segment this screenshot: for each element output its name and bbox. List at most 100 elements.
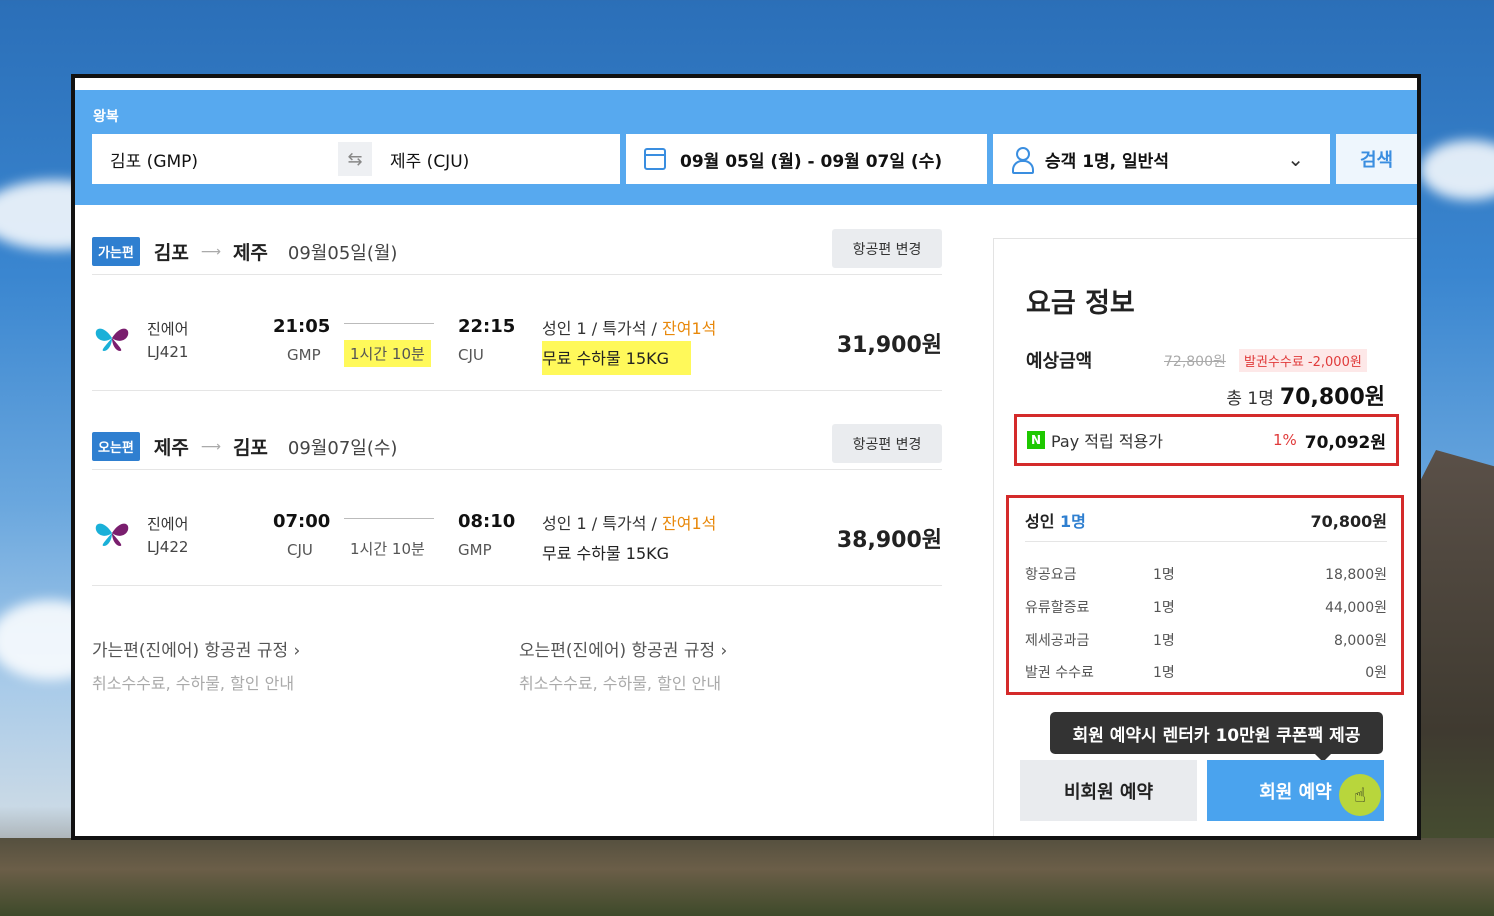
flight-line: [344, 518, 434, 519]
outbound-change-button[interactable]: 항공편 변경: [832, 229, 942, 268]
jinair-logo-icon: [95, 328, 129, 351]
inbound-badge: 오는편: [92, 432, 140, 461]
row-label: 항공요금: [1025, 567, 1077, 583]
arrival-time: 08:10: [458, 511, 516, 532]
flight-number: LJ421: [147, 343, 189, 361]
departure-airport: CJU: [287, 541, 313, 559]
date-field[interactable]: 09월 05일 (월) - 09월 07일 (수): [626, 134, 987, 184]
fare-class: 성인 1 / 특가석 / 잔여1석: [542, 510, 716, 534]
total-amount: 70,800원: [1279, 385, 1385, 410]
seats-left: 잔여1석: [662, 319, 717, 338]
outbound-rules-link[interactable]: 가는편(진에어) 항공권 규정 ›: [92, 636, 300, 661]
baggage-info: 무료 수하물 15KG: [542, 544, 670, 563]
outbound-flight-row[interactable]: 진에어 LJ421 21:05 GMP 1시간 10분 22:15 CJU 성인…: [92, 281, 942, 391]
date-range: 09월 05일 (월) - 09월 07일 (수): [680, 151, 943, 172]
inbound-from-city: 제주: [153, 437, 189, 459]
outbound-badge: 가는편: [92, 237, 140, 266]
fare-text: 성인 1 / 특가석 /: [542, 319, 662, 338]
screenshot-frame: 왕복 김포 (GMP) ⇆ 제주 (CJU) 09월 05일 (월) - 09월…: [71, 74, 1421, 840]
adult-label: 성인: [1025, 512, 1061, 531]
calendar-icon: [644, 148, 666, 170]
baggage-info: 무료 수하물 15KG: [542, 341, 692, 375]
search-button[interactable]: 검색: [1336, 134, 1417, 184]
outbound-date: 09월05일(월): [287, 242, 398, 264]
background-cloud: [1420, 140, 1494, 200]
inbound-rules-sub: 취소수수료, 수하물, 할인 안내: [519, 674, 722, 693]
price-breakdown: 성인 1명 70,800원 항공요금 1명 18,800원 유류할증료 1명 4…: [1006, 495, 1404, 695]
booking-page: 왕복 김포 (GMP) ⇆ 제주 (CJU) 09월 05일 (월) - 09월…: [75, 78, 1417, 836]
row-label: 유류할증료: [1025, 600, 1090, 616]
search-bar: 왕복 김포 (GMP) ⇆ 제주 (CJU) 09월 05일 (월) - 09월…: [75, 90, 1417, 205]
fare-info-title: 요금 정보: [1026, 288, 1135, 319]
row-qty: 1명: [1153, 633, 1175, 649]
npay-percent: 1%: [1272, 431, 1297, 449]
departure-airport: GMP: [287, 346, 321, 364]
guest-booking-button[interactable]: 비회원 예약: [1020, 760, 1197, 821]
departure-time: 07:00: [273, 511, 331, 532]
inbound-date: 09월07일(수): [287, 437, 398, 459]
inbound-price: 38,900원: [836, 528, 942, 553]
arrival-time: 22:15: [458, 316, 516, 337]
inbound-flight-row[interactable]: 진에어 LJ422 07:00 CJU 1시간 10분 08:10 GMP 성인…: [92, 476, 942, 586]
row-qty: 1명: [1153, 665, 1175, 681]
breakdown-row: 발권 수수료 1명 0원: [1025, 662, 1387, 682]
inbound-rules-link[interactable]: 오는편(진에어) 항공권 규정 ›: [519, 636, 727, 661]
jinair-logo-icon: [95, 523, 129, 546]
departure-time: 21:05: [273, 316, 331, 337]
swap-icon[interactable]: ⇆: [338, 142, 372, 176]
npay-label: Pay 적립 적용가: [1051, 432, 1163, 451]
outbound-from-city: 김포: [153, 242, 189, 264]
row-value: 44,000원: [1325, 600, 1387, 616]
airline-name: 진에어: [147, 515, 189, 533]
original-price: 72,800원: [1164, 354, 1226, 370]
fare-class: 성인 1 / 특가석 / 잔여1석: [542, 315, 716, 339]
breakdown-row: 제세공과금 1명 8,000원: [1025, 630, 1387, 650]
row-value: 18,800원: [1325, 567, 1387, 583]
flight-duration: 1시간 10분: [344, 340, 431, 367]
breakdown-row: 항공요금 1명 18,800원: [1025, 564, 1387, 584]
trip-type-label: 왕복: [93, 109, 119, 125]
user-icon: [1011, 147, 1034, 174]
breakdown-header: 성인 1명 70,800원: [1025, 508, 1387, 542]
outbound-header: 가는편 김포 ⟶ 제주 09월05일(월) 항공편 변경: [92, 229, 942, 275]
origin-field[interactable]: 김포 (GMP): [110, 147, 198, 172]
naver-pay-icon: N: [1027, 431, 1045, 449]
inbound-header: 오는편 제주 ⟶ 김포 09월07일(수) 항공편 변경: [92, 424, 942, 470]
outbound-to-city: 제주: [232, 242, 268, 264]
row-value: 0원: [1365, 665, 1387, 681]
outbound-price: 31,900원: [836, 333, 942, 358]
fare-text: 성인 1 / 특가석 /: [542, 514, 662, 533]
inbound-to-city: 김포: [232, 437, 268, 459]
row-qty: 1명: [1153, 600, 1175, 616]
chevron-down-icon[interactable]: ⌄: [1287, 147, 1304, 171]
arrival-airport: CJU: [458, 346, 484, 364]
flight-line: [344, 323, 434, 324]
row-value: 8,000원: [1334, 633, 1387, 649]
arrow-right-icon: ⟶: [200, 438, 221, 455]
member-benefit-tooltip: 회원 예약시 렌터카 10만원 쿠폰팩 제공: [1050, 712, 1383, 762]
flight-number: LJ422: [147, 538, 189, 556]
total-prefix: 총 1명: [1226, 389, 1274, 409]
outbound-rules-sub: 취소수수료, 수하물, 할인 안내: [92, 674, 295, 693]
inbound-change-button[interactable]: 항공편 변경: [832, 424, 942, 463]
destination-field[interactable]: 제주 (CJU): [390, 147, 469, 172]
row-label: 발권 수수료: [1025, 665, 1094, 681]
estimate-label: 예상금액: [1026, 351, 1093, 372]
npay-box: N Pay 적립 적용가 1% 70,092원: [1014, 414, 1399, 466]
seats-left: 잔여1석: [662, 514, 717, 533]
background-ground: [0, 838, 1494, 916]
fare-info-panel: 요금 정보 예상금액 72,800원 발권수수료 -2,000원 총 1명 70,…: [993, 238, 1417, 836]
total-price: 총 1명 70,800원: [1226, 379, 1385, 411]
route-field[interactable]: 김포 (GMP) ⇆ 제주 (CJU): [92, 134, 620, 184]
pointer-cursor-icon: ☝: [1339, 774, 1381, 816]
breakdown-row: 유류할증료 1명 44,000원: [1025, 597, 1387, 617]
arrow-right-icon: ⟶: [200, 243, 221, 260]
npay-price: 70,092원: [1304, 432, 1386, 453]
adult-count: 1명: [1060, 512, 1086, 531]
row-label: 제세공과금: [1025, 633, 1090, 649]
fee-discount-badge: 발권수수료 -2,000원: [1239, 349, 1367, 372]
airline-name: 진에어: [147, 320, 189, 338]
flight-duration: 1시간 10분: [350, 540, 425, 558]
passenger-select[interactable]: 승객 1명, 일반석 ⌄: [993, 134, 1330, 184]
passenger-value: 승객 1명, 일반석: [1045, 151, 1169, 172]
